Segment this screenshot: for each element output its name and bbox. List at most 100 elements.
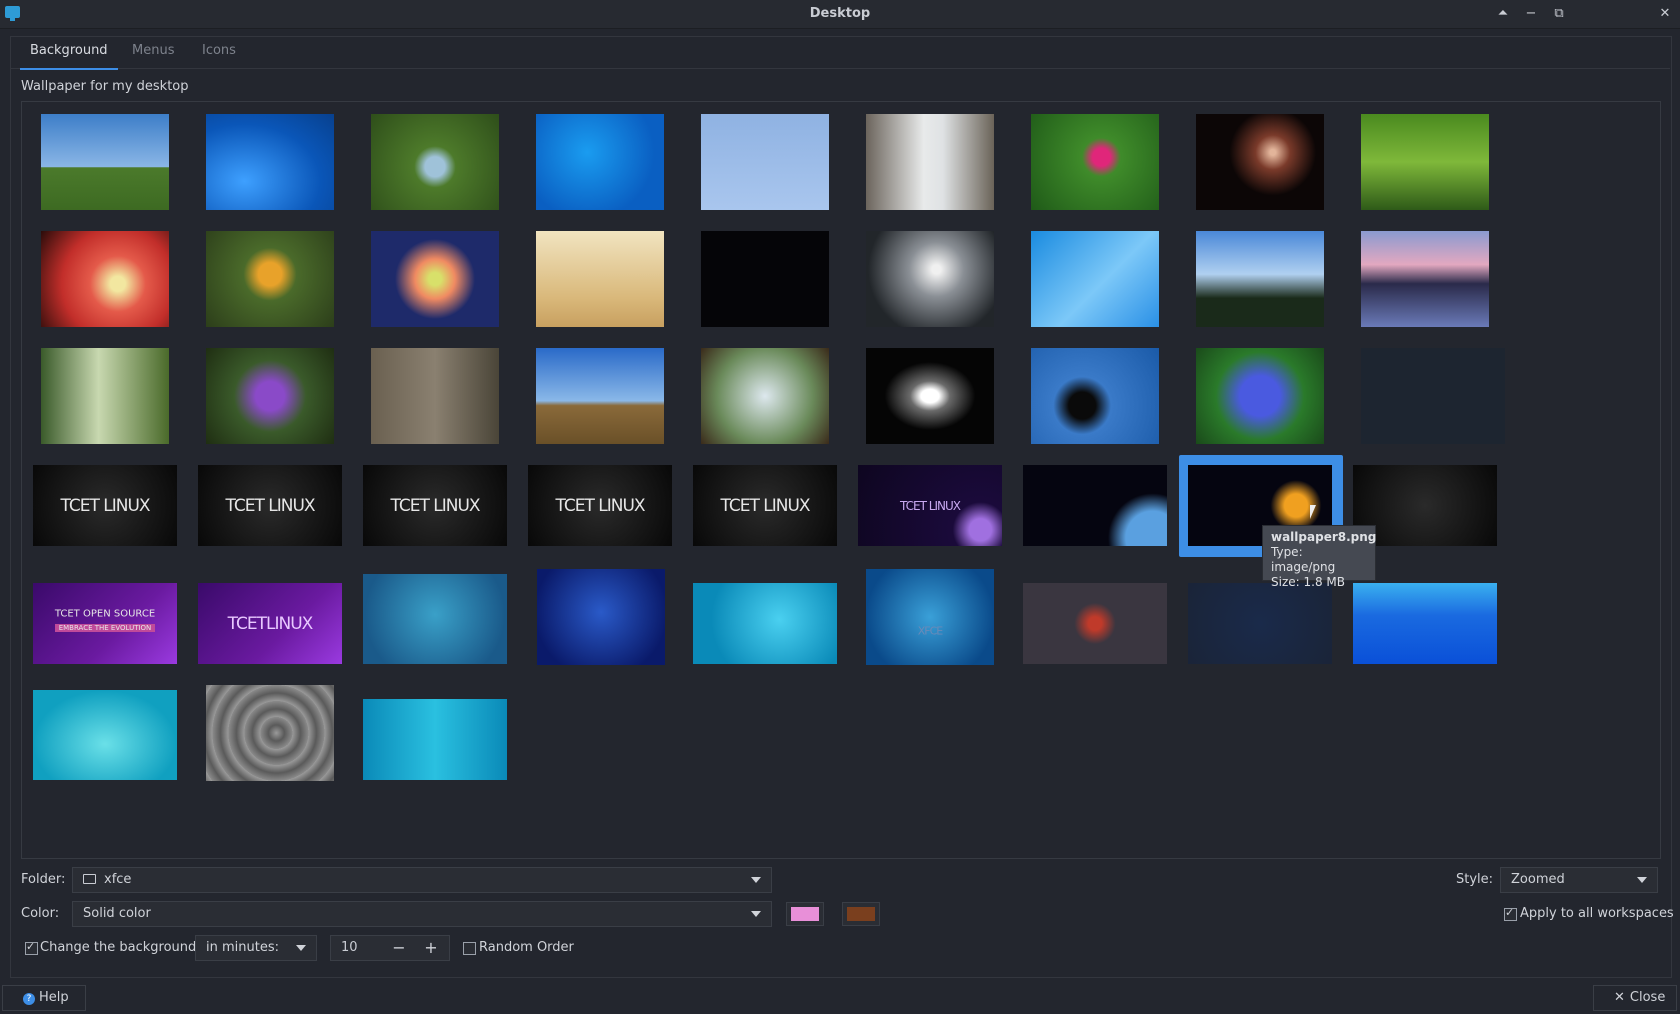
chevron-down-icon: [751, 877, 761, 883]
wallpaper-thumb[interactable]: [41, 348, 169, 444]
wallpaper-thumb[interactable]: [1031, 231, 1159, 327]
wallpaper-thumb[interactable]: [536, 348, 664, 444]
wallpaper-thumb[interactable]: [536, 114, 664, 210]
tab-icons[interactable]: Icons: [192, 36, 246, 68]
wallpaper-logo-text: TCET LINUX: [555, 495, 645, 516]
close-button[interactable]: ✕ Close: [1593, 985, 1677, 1011]
minimize-icon[interactable]: −: [1520, 4, 1542, 24]
wallpaper-thumb[interactable]: XFCE: [866, 569, 994, 665]
tab-divider: [10, 68, 1670, 69]
wallpaper-thumb[interactable]: TCET LINUX: [528, 465, 672, 546]
wallpaper-thumb[interactable]: TCET LINUX: [363, 465, 507, 546]
wallpaper-thumb[interactable]: [1031, 114, 1159, 210]
wallpaper-thumb[interactable]: [536, 231, 664, 327]
window-close-icon[interactable]: ✕: [1654, 4, 1676, 24]
change-background-label: Change the background: [40, 940, 197, 955]
wallpaper-thumb[interactable]: [1353, 583, 1497, 664]
wallpaper-thumb[interactable]: [1023, 465, 1167, 546]
random-order-label: Random Order: [479, 940, 574, 955]
interval-unit-value: in minutes:: [206, 940, 279, 955]
wallpaper-thumb[interactable]: [206, 114, 334, 210]
wallpaper-thumb[interactable]: TCETLINUX: [198, 583, 342, 664]
wallpaper-thumb[interactable]: [371, 231, 499, 327]
wallpaper-thumb[interactable]: [33, 690, 177, 780]
wallpaper-thumb[interactable]: [701, 114, 829, 210]
wallpaper-logo-text: TCET LINUX: [720, 495, 810, 516]
folder-label: Folder:: [21, 872, 66, 887]
chevron-down-icon: [1637, 877, 1647, 883]
close-button-label: Close: [1629, 990, 1666, 1005]
style-dropdown[interactable]: Zoomed: [1500, 867, 1658, 893]
wallpaper-thumb[interactable]: [206, 685, 334, 781]
wallpaper-thumb[interactable]: [1361, 114, 1489, 210]
help-icon: ?: [23, 993, 35, 1005]
wallpaper-thumb[interactable]: [1023, 583, 1167, 664]
wallpaper-thumb[interactable]: [41, 114, 169, 210]
decrease-button[interactable]: −: [384, 936, 414, 960]
color2-button[interactable]: [842, 902, 880, 926]
interval-spinbox[interactable]: 10 − +: [330, 935, 450, 961]
color-mode-dropdown[interactable]: Solid color: [72, 901, 772, 927]
apply-all-checkbox[interactable]: [1504, 906, 1517, 921]
wallpaper-thumb[interactable]: [1196, 348, 1324, 444]
chevron-down-icon: [296, 945, 306, 951]
wallpaper-thumb[interactable]: TCET LINUX: [198, 465, 342, 546]
wallpaper-logo-text: EMBRACE THE EVOLUTION: [55, 623, 155, 632]
wallpaper-thumb[interactable]: [1031, 348, 1159, 444]
tooltip-size: Size: 1.8 MB: [1271, 575, 1345, 589]
random-order-checkbox[interactable]: [463, 942, 476, 955]
wallpaper-thumb[interactable]: [206, 348, 334, 444]
wallpaper-thumb[interactable]: [701, 231, 829, 327]
color2-swatch: [847, 907, 875, 921]
wallpaper-thumb[interactable]: TCET OPEN SOURCE EMBRACE THE EVOLUTION: [33, 583, 177, 664]
wallpaper-tooltip: wallpaper8.png Type: image/png Size: 1.8…: [1262, 525, 1377, 589]
close-icon: ✕: [1614, 990, 1625, 1005]
folder-dropdown[interactable]: xfce: [72, 867, 772, 893]
maximize-icon[interactable]: ⧉: [1548, 4, 1570, 24]
color-mode-value: Solid color: [83, 906, 151, 921]
help-button[interactable]: ? Help: [2, 985, 86, 1011]
wallpaper-thumb[interactable]: TCET LINUX: [693, 465, 837, 546]
wallpaper-thumb[interactable]: [1196, 231, 1324, 327]
wallpaper-logo-text: TCET LINUX: [60, 495, 150, 516]
tooltip-filename: wallpaper8.png: [1271, 530, 1377, 544]
style-label: Style:: [1456, 872, 1494, 887]
tooltip-type: Type: image/png: [1271, 545, 1336, 574]
wallpaper-thumb[interactable]: TCET LINUX: [858, 465, 1002, 546]
interval-unit-dropdown[interactable]: in minutes:: [195, 935, 317, 961]
wallpaper-thumb[interactable]: [363, 699, 507, 780]
color1-swatch: [791, 907, 819, 921]
tab-background[interactable]: Background: [20, 36, 118, 70]
wallpaper-section-label: Wallpaper for my desktop: [21, 79, 189, 94]
shade-icon[interactable]: ⏶: [1492, 4, 1514, 24]
color-label: Color:: [21, 906, 60, 921]
wallpaper-thumb[interactable]: [537, 569, 665, 665]
color1-button[interactable]: [786, 902, 824, 926]
interval-value: 10: [341, 940, 358, 955]
help-button-label: Help: [39, 990, 69, 1005]
apply-all-label: Apply to all workspaces: [1520, 906, 1674, 921]
wallpaper-thumb[interactable]: TCET LINUX: [33, 465, 177, 546]
change-background-checkbox[interactable]: [25, 940, 38, 955]
wallpaper-thumb[interactable]: [1361, 231, 1489, 327]
wallpaper-thumb[interactable]: [701, 348, 829, 444]
wallpaper-thumb[interactable]: [693, 583, 837, 664]
increase-button[interactable]: +: [416, 936, 446, 960]
window-title: Desktop: [809, 6, 871, 21]
wallpaper-thumb[interactable]: [866, 231, 994, 327]
wallpaper-thumb[interactable]: [41, 231, 169, 327]
wallpaper-thumb[interactable]: [206, 231, 334, 327]
tab-menus[interactable]: Menus: [122, 36, 184, 68]
wallpaper-thumb[interactable]: [1188, 583, 1332, 664]
wallpaper-thumb[interactable]: [1361, 348, 1505, 444]
wallpaper-thumb[interactable]: [866, 348, 994, 444]
wallpaper-logo-text: TCET LINUX: [390, 495, 480, 516]
wallpaper-thumb[interactable]: [866, 114, 994, 210]
folder-value: xfce: [104, 872, 132, 887]
wallpaper-thumb[interactable]: [371, 114, 499, 210]
wallpaper-thumb[interactable]: [371, 348, 499, 444]
wallpaper-thumb[interactable]: [1196, 114, 1324, 210]
title-bar: Desktop ⏶ − ⧉ ✕: [0, 0, 1680, 29]
wallpaper-thumb[interactable]: [363, 574, 507, 664]
desktop-settings-window: Desktop ⏶ − ⧉ ✕ Background Menus Icons W…: [0, 0, 1680, 1014]
